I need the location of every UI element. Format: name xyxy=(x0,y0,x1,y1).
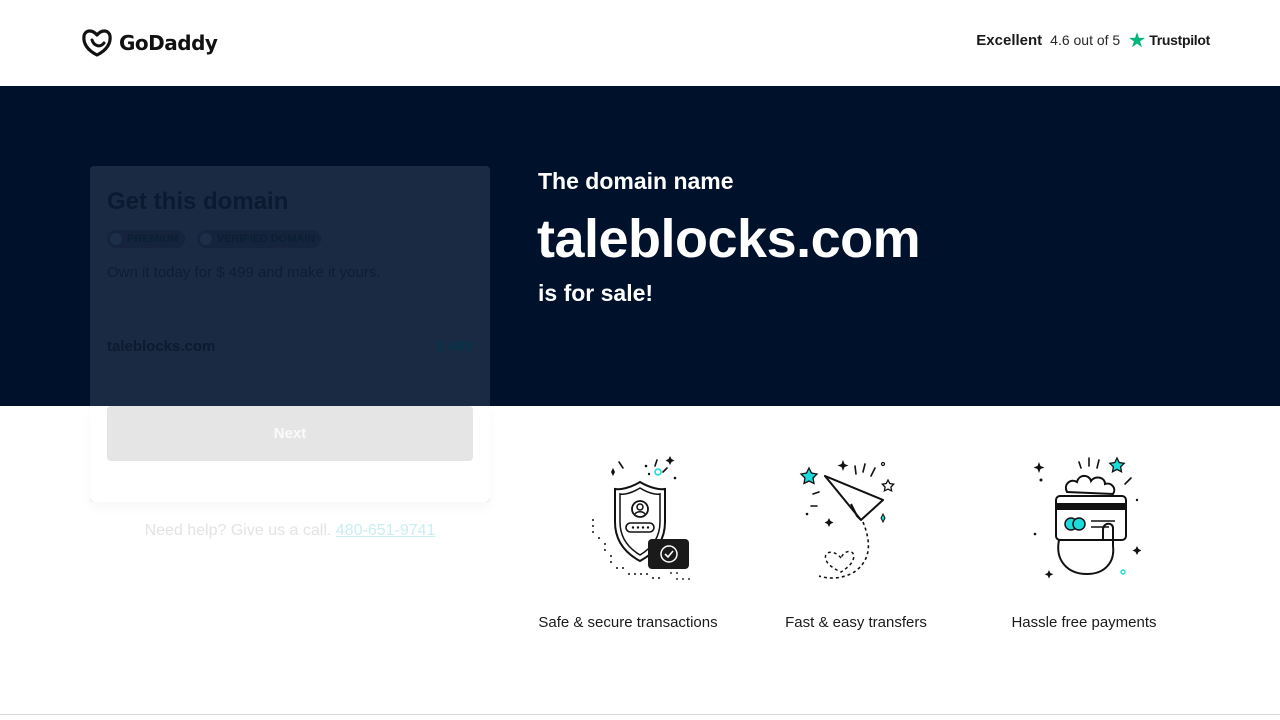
trustpilot-brand: Trustpilot xyxy=(1128,31,1210,49)
shield-user-icon xyxy=(592,456,690,580)
feature-transfers: Fast & easy transfers xyxy=(742,450,970,631)
godaddy-logo[interactable]: GoDaddy xyxy=(81,28,218,58)
feature-list: Safe & secure transactions Fast & easy t… xyxy=(514,450,1198,631)
help-line: Need help? Give us a call. 480-651-9741 xyxy=(90,522,490,540)
hero-domain-name: taleblocks.com xyxy=(537,209,921,269)
trustpilot-rating[interactable]: Excellent 4.6 out of 5 Trustpilot xyxy=(976,31,1210,49)
top-bar: GoDaddy Excellent 4.6 out of 5 Trustpilo… xyxy=(0,0,1280,86)
feature-label: Hassle free payments xyxy=(1011,614,1157,631)
premium-badge-label: PREMIUM xyxy=(127,233,179,245)
offer-card: Get this domain PREMIUM VERIFIED DOMAIN … xyxy=(90,166,490,502)
offer-description: Own it today for $ 499 and make it yours… xyxy=(107,264,381,281)
verified-badge: VERIFIED DOMAIN xyxy=(196,230,322,248)
trustpilot-star-icon xyxy=(1129,32,1146,48)
verified-badge-label: VERIFIED DOMAIN xyxy=(216,233,316,245)
badge-list: PREMIUM VERIFIED DOMAIN xyxy=(107,230,322,248)
godaddy-logo-icon xyxy=(82,29,112,57)
help-phone-link[interactable]: 480-651-9741 xyxy=(336,522,436,539)
paper-plane-icon xyxy=(799,460,896,579)
cart-item-name: taleblocks.com xyxy=(107,338,216,355)
feature-label: Fast & easy transfers xyxy=(785,614,927,631)
logo-text: GoDaddy xyxy=(119,31,218,55)
verified-icon xyxy=(199,233,212,245)
feature-label: Safe & secure transactions xyxy=(538,614,718,631)
feature-secure: Safe & secure transactions xyxy=(514,450,742,631)
premium-badge: PREMIUM xyxy=(107,230,185,248)
feature-payments: Hassle free payments xyxy=(970,450,1198,631)
hand-card-icon xyxy=(1033,456,1142,579)
help-text: Need help? Give us a call. xyxy=(144,522,332,539)
premium-icon xyxy=(110,233,122,245)
footer-divider xyxy=(0,714,1280,715)
hero-intro: The domain name xyxy=(538,168,734,194)
next-button[interactable]: Next xyxy=(107,406,473,461)
offer-card-title: Get this domain xyxy=(107,188,289,215)
rating-score: 4.6 out of 5 xyxy=(1050,32,1121,48)
rating-label: Excellent xyxy=(976,31,1043,49)
hero-for-sale: is for sale! xyxy=(538,280,654,306)
trustpilot-name: Trustpilot xyxy=(1149,32,1210,48)
cart-item-price: $ 499 xyxy=(435,338,473,355)
